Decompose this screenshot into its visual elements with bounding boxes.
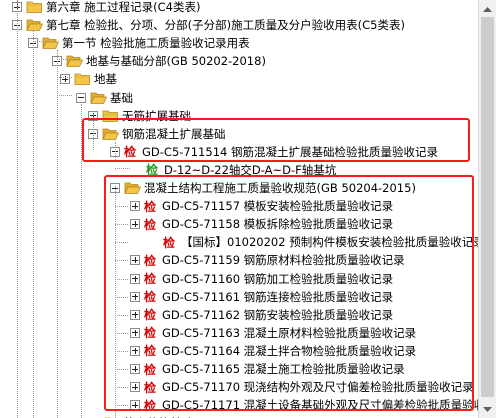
vertical-scrollbar[interactable]: [478, 0, 496, 418]
tree-connector-line: [57, 95, 72, 96]
highlight-box-concrete-spec: [104, 175, 474, 411]
tree-item-folder[interactable]: 筋砌体筑基础: [90, 414, 193, 418]
up-arrow-icon: [483, 6, 492, 12]
folder-icon: [74, 73, 90, 86]
highlight-box-foundation: [82, 118, 470, 162]
tree-connector-line: [17, 0, 18, 418]
tree-connector-line: [57, 77, 72, 78]
tree-item-folder[interactable]: 第七章 检验批、分项、分部(子分部)施工质量及分户验收用表(C5类表): [12, 16, 405, 34]
minus-box-icon[interactable]: [76, 92, 86, 103]
tree-item-folder[interactable]: 第一节 检验批施工质量验收记录用表: [28, 34, 250, 52]
tree-item-folder[interactable]: 第六章 施工过程记录(C4类表): [12, 0, 200, 16]
scroll-thumb[interactable]: [481, 17, 494, 397]
tree-connector-line: [57, 59, 74, 60]
tree-connector-line: [57, 50, 58, 418]
tree-item-folder[interactable]: 基础: [76, 89, 133, 107]
tree-item-label: 第七章 检验批、分项、分部(子分部)施工质量及分户验收用表(C5类表): [46, 18, 405, 33]
folder-icon: [26, 19, 43, 31]
scroll-down-button[interactable]: [479, 401, 496, 418]
tree-item-label: 第一节 检验批施工质量验收记录用表: [62, 36, 250, 51]
folder-icon: [42, 37, 59, 50]
tree-connector-line: [33, 41, 54, 42]
tree-connector-line: [33, 30, 34, 418]
tree-item-label: 第六章 施工过程记录(C4类表): [46, 0, 201, 14]
tree-item-label: 基础: [110, 90, 133, 105]
tree-item-label: 地基: [94, 72, 117, 87]
down-arrow-icon: [483, 406, 492, 412]
tree-item-folder[interactable]: 地基: [60, 70, 117, 88]
tree-item-label: 地基与基础分部(GB 50202-2018): [86, 54, 266, 69]
folder-icon: [26, 1, 42, 13]
folder-icon: [66, 55, 83, 68]
folder-icon: [90, 92, 107, 104]
tree-view: 第六章 施工过程记录(C4类表) 第七章 检验批、分项、分部(子分部)施工质量及分…: [0, 0, 478, 418]
tree-item-folder[interactable]: 地基与基础分部(GB 50202-2018): [52, 52, 266, 70]
scroll-up-button[interactable]: [479, 0, 496, 17]
plus-box-icon[interactable]: [60, 74, 70, 85]
tree-connector-line: [115, 168, 130, 169]
